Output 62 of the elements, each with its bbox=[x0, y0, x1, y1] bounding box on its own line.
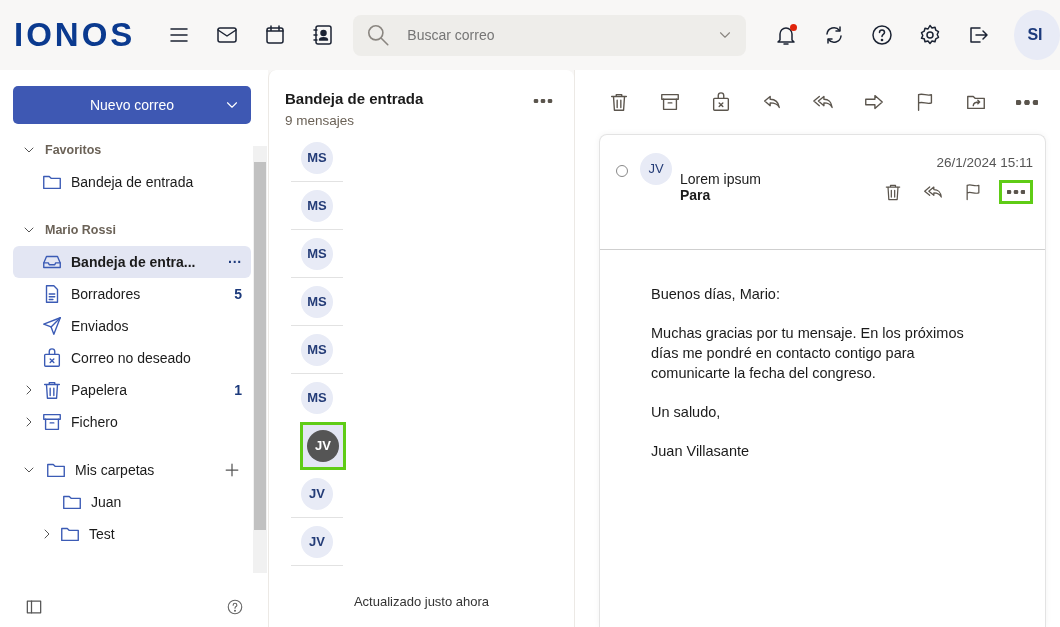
scrollbar[interactable] bbox=[253, 146, 267, 573]
message-item[interactable]: MS bbox=[291, 326, 343, 374]
new-mail-button[interactable]: Nuevo correo bbox=[13, 86, 251, 124]
folder-item[interactable]: Papelera 1 bbox=[13, 374, 251, 406]
sender-avatar: MS bbox=[301, 237, 333, 270]
more-button[interactable] bbox=[999, 180, 1033, 205]
search-input[interactable]: Buscar correo bbox=[405, 23, 717, 47]
message-item[interactable]: JV bbox=[291, 518, 343, 566]
message-item[interactable]: MS bbox=[291, 278, 343, 326]
search-field[interactable]: Buscar correo bbox=[353, 14, 747, 56]
folder-item[interactable]: Bandeja de entrada bbox=[13, 166, 251, 198]
recipient-label: Para bbox=[680, 187, 712, 203]
folder-item[interactable]: Fichero bbox=[13, 406, 251, 438]
folder-item[interactable]: Bandeja de entra... ··· bbox=[13, 246, 251, 278]
folder-item[interactable]: Test bbox=[13, 518, 251, 550]
trash-icon bbox=[883, 182, 903, 203]
sender-avatar: MS bbox=[301, 141, 333, 174]
sender-avatar: MS bbox=[301, 285, 333, 318]
sender-avatar: JV bbox=[301, 477, 333, 510]
sender-avatar: JV bbox=[640, 153, 672, 185]
section-title[interactable]: Mario Rossi bbox=[45, 220, 116, 240]
more-button[interactable]: ··· bbox=[228, 251, 242, 273]
more-icon bbox=[533, 99, 553, 103]
more-icon bbox=[1007, 190, 1025, 195]
message-paragraph: Muchas gracias por tu mensaje. En los próximos días me pondré en contacto contigo para comunicarte la fecha del congreso. bbox=[651, 324, 965, 383]
unread-count: 1 bbox=[234, 380, 242, 400]
section-title[interactable]: Favoritos bbox=[45, 140, 102, 160]
message-item[interactable]: MS bbox=[291, 230, 343, 278]
message-count: 9 mensajes bbox=[285, 111, 356, 130]
sender-name: Lorem ipsum bbox=[680, 171, 761, 187]
message-item[interactable]: MS bbox=[291, 134, 343, 182]
folder-title: Bandeja de entrada bbox=[285, 89, 424, 109]
sync-status: Actualizado justo ahora bbox=[352, 592, 491, 611]
sender-avatar: MS bbox=[301, 333, 333, 366]
trash-icon bbox=[41, 379, 63, 401]
folder-item[interactable]: Juan bbox=[13, 486, 251, 518]
folder-item[interactable]: Mis carpetas bbox=[13, 454, 251, 486]
message-item[interactable]: MS bbox=[291, 374, 343, 422]
sender-avatar: MS bbox=[301, 381, 333, 414]
message-paragraph: Un saludo, bbox=[651, 403, 722, 422]
folder-item[interactable]: Correo no deseado bbox=[13, 342, 251, 374]
help-icon bbox=[226, 598, 244, 616]
folder-item[interactable]: Enviados bbox=[13, 310, 251, 342]
message-paragraph: Buenos días, Mario: bbox=[651, 285, 781, 304]
junk-icon bbox=[41, 347, 63, 369]
message-date: 26/1/2024 15:11 bbox=[936, 154, 1033, 172]
user-avatar[interactable]: SI bbox=[1014, 10, 1060, 60]
sender-avatar: JV bbox=[307, 429, 339, 462]
message-item[interactable]: MS bbox=[291, 182, 343, 230]
message-item[interactable]: JV bbox=[291, 470, 343, 518]
folder-item[interactable]: Borradores 5 bbox=[13, 278, 251, 310]
unread-count: 5 bbox=[234, 284, 242, 304]
message-item[interactable]: JV bbox=[300, 422, 346, 470]
message-paragraph: Juan Villasante bbox=[651, 442, 751, 461]
send-icon bbox=[41, 315, 63, 337]
archive-box-icon bbox=[658, 91, 681, 113]
archive-icon bbox=[41, 411, 63, 433]
sender-avatar: MS bbox=[301, 189, 333, 222]
more-icon bbox=[1015, 99, 1038, 105]
sender-avatar: JV bbox=[301, 525, 333, 558]
help-icon bbox=[870, 23, 895, 47]
logo[interactable]: IONOS bbox=[14, 14, 140, 56]
